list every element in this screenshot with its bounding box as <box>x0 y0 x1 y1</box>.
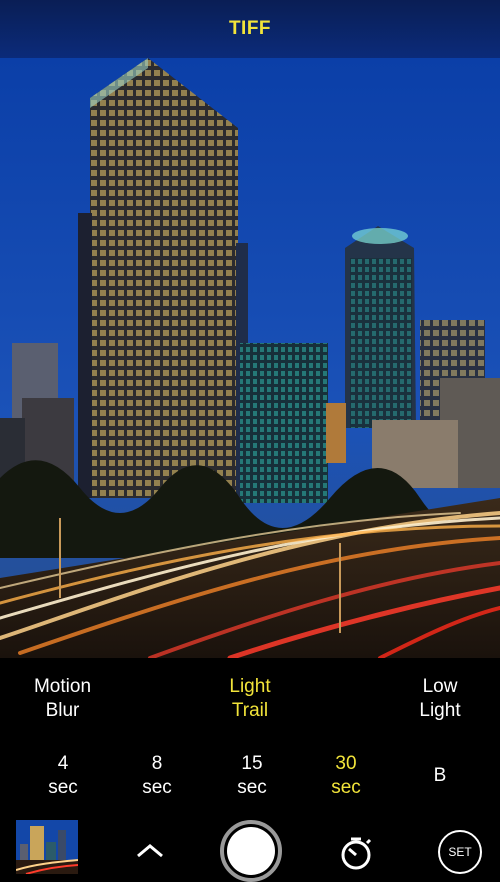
exposure-value: 4 <box>57 753 69 774</box>
exposure-value: B <box>433 765 447 786</box>
mode-low-light[interactable]: Low Light <box>395 675 485 723</box>
exposure-unit: sec <box>331 777 361 798</box>
exposure-value: 15 <box>241 753 263 774</box>
format-label[interactable]: TIFF <box>229 18 271 40</box>
mode-label-line2: Trail <box>231 700 269 721</box>
mode-label-line1: Low <box>422 676 458 697</box>
exposure-15-sec[interactable]: 15 sec <box>217 752 287 800</box>
mode-label-line1: Motion <box>33 676 92 697</box>
shutter-button[interactable] <box>220 820 282 882</box>
shutter-inner <box>227 827 275 875</box>
exposure-8-sec[interactable]: 8 sec <box>122 752 192 800</box>
mode-light-trail[interactable]: Light Trail <box>205 675 295 723</box>
city-night-photo <box>0 58 500 658</box>
chevron-up-icon[interactable] <box>132 838 168 862</box>
exposure-unit: sec <box>237 777 267 798</box>
exposure-bulb[interactable]: B <box>405 764 475 788</box>
camera-preview <box>0 58 500 658</box>
thumbnail-image <box>16 820 78 874</box>
gallery-thumbnail[interactable] <box>16 820 78 874</box>
top-bar: TIFF <box>0 0 500 58</box>
mode-label-line2: Light <box>419 700 461 721</box>
settings-label: SET <box>448 845 472 859</box>
exposure-4-sec[interactable]: 4 sec <box>28 752 98 800</box>
exposure-unit: sec <box>48 777 78 798</box>
mode-label-line2: Blur <box>45 700 80 721</box>
mode-selector: Motion Blur Light Trail Low Light <box>0 675 500 735</box>
exposure-value: 8 <box>151 753 163 774</box>
exposure-unit: sec <box>142 777 172 798</box>
mode-motion-blur[interactable]: Motion Blur <box>15 675 110 723</box>
exposure-time-selector: 4 sec 8 sec 15 sec 30 sec B <box>0 752 500 804</box>
bottom-controls: SET <box>0 810 500 882</box>
mode-label-line1: Light <box>229 676 271 697</box>
settings-button[interactable]: SET <box>438 830 482 874</box>
exposure-value: 30 <box>335 753 357 774</box>
self-timer-icon[interactable] <box>337 834 375 872</box>
exposure-30-sec[interactable]: 30 sec <box>311 752 381 800</box>
